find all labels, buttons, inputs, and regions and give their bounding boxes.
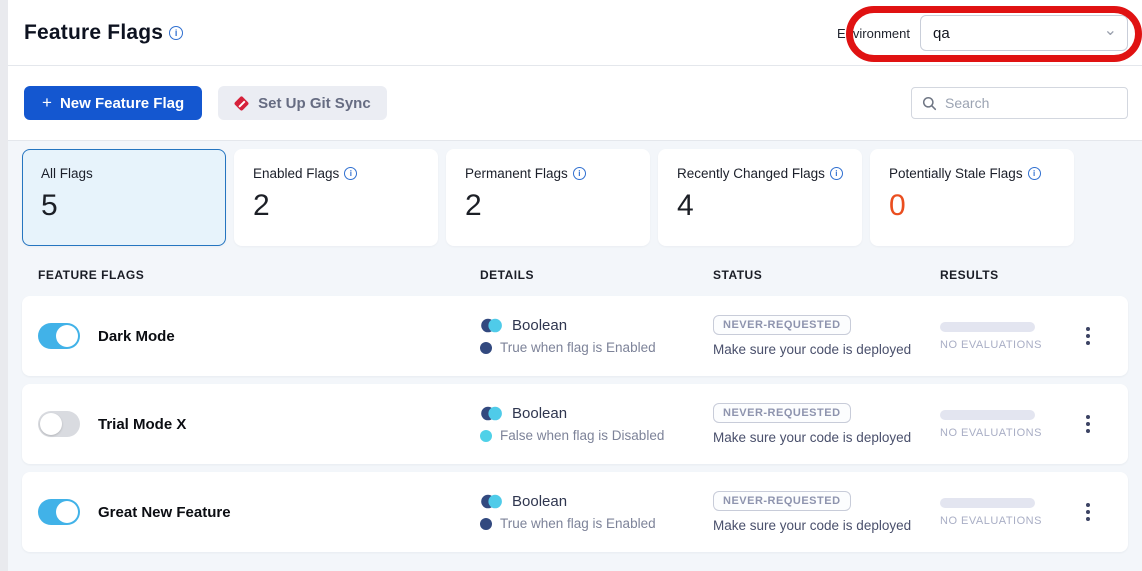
flag-name[interactable]: Great New Feature [98, 504, 231, 521]
table-header: FEATURE FLAGS DETAILS STATUS RESULTS [22, 246, 1128, 296]
stat-value: 5 [41, 189, 207, 223]
flag-type: Boolean [512, 405, 567, 422]
new-feature-flag-label: New Feature Flag [60, 95, 184, 112]
status-text: Make sure your code is deployed [713, 430, 940, 445]
flag-value-text: True when flag is Enabled [500, 516, 656, 531]
environment-group: Environment qa [837, 15, 1128, 51]
column-header-details: DETAILS [480, 268, 713, 282]
stat-card-recently-changed-flags[interactable]: Recently Changed Flags 4 [658, 149, 862, 246]
page-title: Feature Flags [24, 21, 163, 45]
stat-label: Permanent Flags [465, 166, 568, 181]
results-text: NO EVALUATIONS [940, 427, 1074, 439]
results-bar [940, 322, 1035, 332]
stat-label: All Flags [41, 166, 93, 181]
stats-row: All Flags 5 Enabled Flags 2 Permanent Fl… [22, 149, 1128, 246]
table-row[interactable]: Trial Mode X Boolean False when flag is … [22, 384, 1128, 464]
results-bar [940, 498, 1035, 508]
left-gutter [0, 0, 8, 571]
stat-value: 2 [465, 189, 631, 223]
stat-value: 0 [889, 189, 1055, 223]
info-icon[interactable] [1028, 167, 1041, 180]
stat-value: 4 [677, 189, 843, 223]
table-row[interactable]: Great New Feature Boolean True when flag… [22, 472, 1128, 552]
row-menu-button[interactable] [1078, 495, 1098, 529]
info-icon[interactable] [344, 167, 357, 180]
feature-flags-page: Feature Flags Environment qa + New Featu… [8, 0, 1142, 571]
status-badge: NEVER-REQUESTED [713, 491, 851, 511]
info-icon[interactable] [830, 167, 843, 180]
info-icon[interactable] [573, 167, 586, 180]
git-sync-label: Set Up Git Sync [258, 95, 371, 112]
environment-select[interactable]: qa [920, 15, 1128, 51]
column-header-results: RESULTS [940, 268, 1074, 282]
boolean-type-icon [481, 406, 503, 420]
environment-label: Environment [837, 26, 910, 41]
column-header-feature-flags: FEATURE FLAGS [38, 268, 480, 282]
boolean-type-icon [481, 318, 503, 332]
stat-card-all-flags[interactable]: All Flags 5 [22, 149, 226, 246]
title-info-icon[interactable] [169, 26, 183, 40]
toolbar: + New Feature Flag Set Up Git Sync [8, 66, 1142, 141]
results-bar [940, 410, 1035, 420]
stat-card-enabled-flags[interactable]: Enabled Flags 2 [234, 149, 438, 246]
flag-toggle[interactable] [38, 499, 80, 525]
stat-value: 2 [253, 189, 419, 223]
search-box[interactable] [911, 87, 1128, 119]
stat-label: Recently Changed Flags [677, 166, 825, 181]
git-icon [234, 96, 249, 111]
status-text: Make sure your code is deployed [713, 518, 940, 533]
status-badge: NEVER-REQUESTED [713, 403, 851, 423]
stat-label: Enabled Flags [253, 166, 339, 181]
flag-toggle[interactable] [38, 323, 80, 349]
row-menu-button[interactable] [1078, 407, 1098, 441]
row-menu-button[interactable] [1078, 319, 1098, 353]
flag-value-text: True when flag is Enabled [500, 340, 656, 355]
flag-toggle[interactable] [38, 411, 80, 437]
flag-value-text: False when flag is Disabled [500, 428, 664, 443]
stat-label: Potentially Stale Flags [889, 166, 1023, 181]
value-dot-icon [480, 430, 492, 442]
stat-card-permanent-flags[interactable]: Permanent Flags 2 [446, 149, 650, 246]
column-header-status: STATUS [713, 268, 940, 282]
stat-card-potentially-stale-flags[interactable]: Potentially Stale Flags 0 [870, 149, 1074, 246]
status-badge: NEVER-REQUESTED [713, 315, 851, 335]
new-feature-flag-button[interactable]: + New Feature Flag [24, 86, 202, 120]
boolean-type-icon [481, 494, 503, 508]
git-sync-button[interactable]: Set Up Git Sync [218, 86, 387, 120]
value-dot-icon [480, 518, 492, 530]
page-header: Feature Flags Environment qa [8, 0, 1142, 66]
flag-type: Boolean [512, 317, 567, 334]
flag-name[interactable]: Trial Mode X [98, 416, 186, 433]
chevron-down-icon [1104, 20, 1117, 40]
flag-type: Boolean [512, 493, 567, 510]
content-area: All Flags 5 Enabled Flags 2 Permanent Fl… [8, 141, 1142, 571]
table-row[interactable]: Dark Mode Boolean True when flag is Enab… [22, 296, 1128, 376]
search-input[interactable] [945, 95, 1117, 111]
plus-icon: + [42, 93, 52, 113]
status-text: Make sure your code is deployed [713, 342, 940, 357]
results-text: NO EVALUATIONS [940, 515, 1074, 527]
environment-value: qa [933, 25, 950, 42]
search-icon [922, 96, 937, 111]
results-text: NO EVALUATIONS [940, 339, 1074, 351]
flag-name[interactable]: Dark Mode [98, 328, 175, 345]
value-dot-icon [480, 342, 492, 354]
